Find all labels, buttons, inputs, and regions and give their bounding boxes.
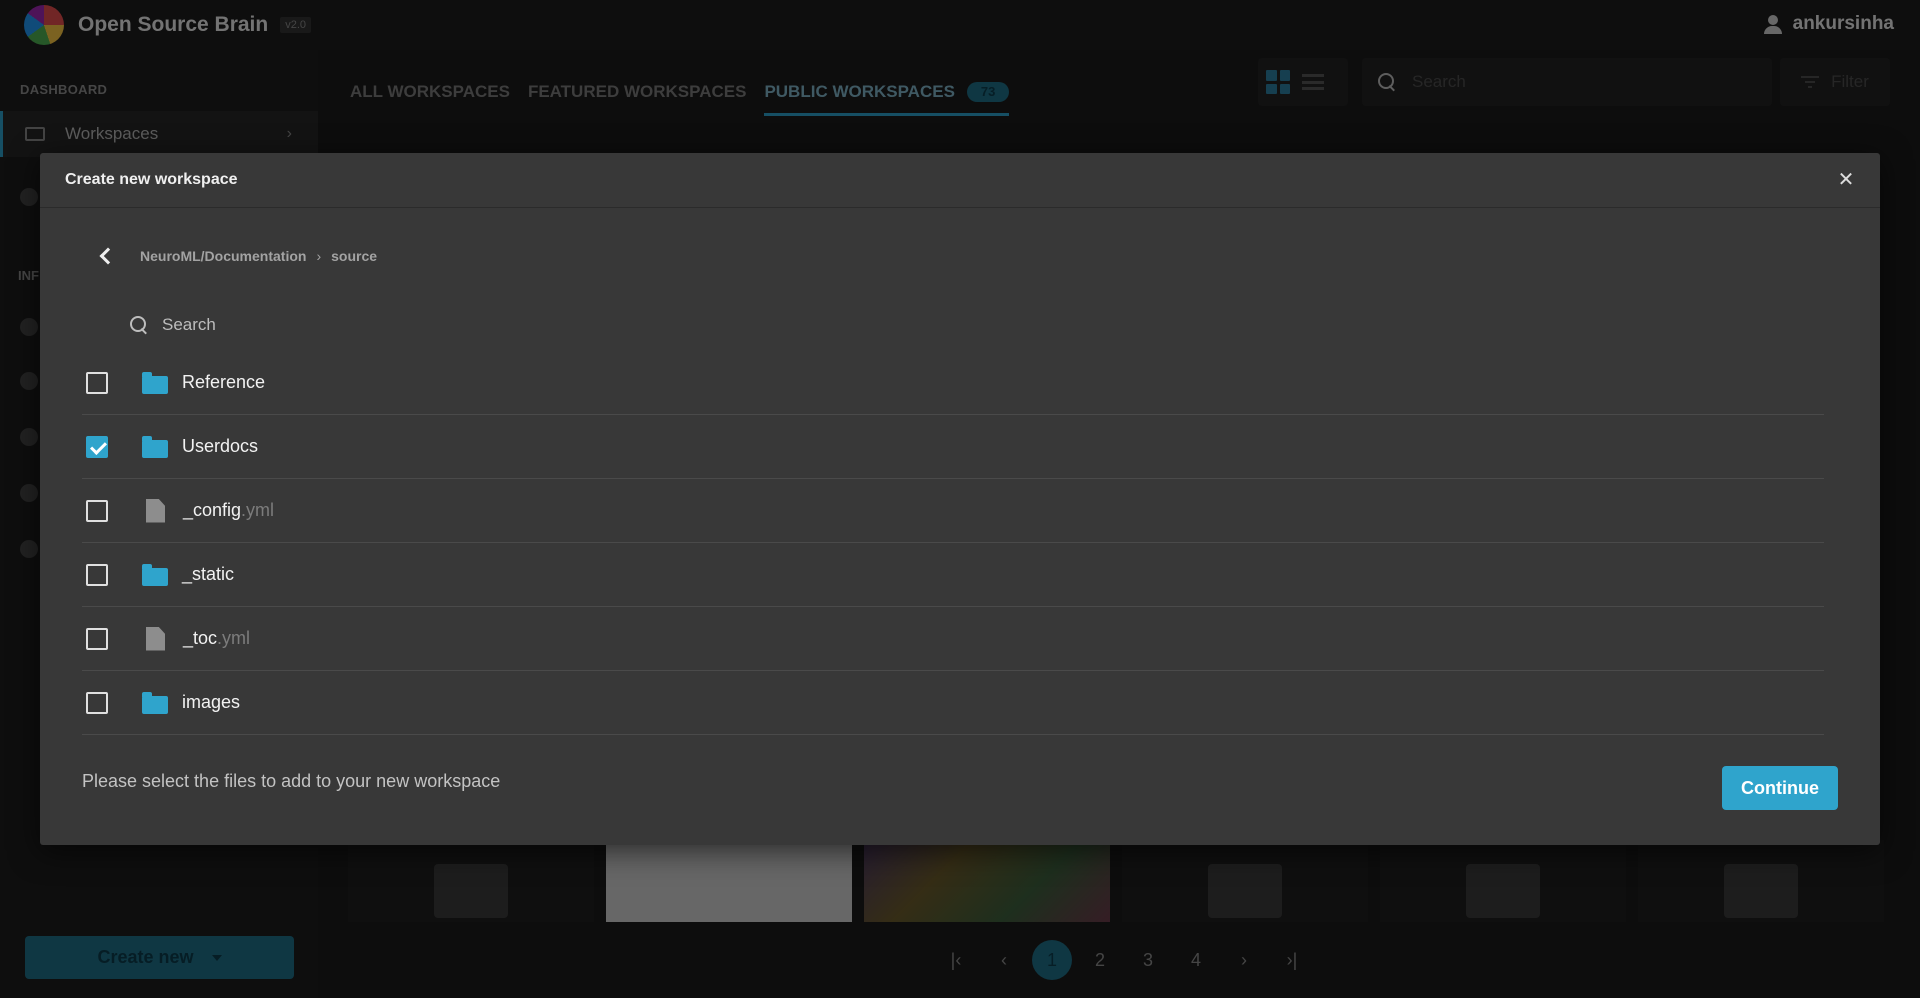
file-icon xyxy=(146,626,165,651)
search-icon xyxy=(130,316,148,334)
breadcrumb: NeuroML/Documentation › source xyxy=(90,241,377,271)
item-name: _static xyxy=(182,564,235,584)
selection-hint: Please select the files to add to your n… xyxy=(82,771,501,791)
row-checkbox[interactable] xyxy=(86,563,108,586)
file-list: Reference Userdocs _config.yml _static _ xyxy=(82,351,1824,735)
back-button[interactable] xyxy=(90,241,120,271)
list-item[interactable]: Userdocs xyxy=(82,415,1824,479)
breadcrumb-separator: › xyxy=(316,248,322,264)
row-checkbox[interactable] xyxy=(86,435,108,458)
item-name: images xyxy=(182,692,241,712)
item-name: Userdocs xyxy=(182,436,259,456)
dialog-title: Create new workspace xyxy=(65,171,238,188)
file-icon xyxy=(146,498,165,523)
close-icon[interactable]: ✕ xyxy=(1834,167,1858,191)
dialog-header: Create new workspace ✕ xyxy=(40,153,1880,208)
list-item[interactable]: _static xyxy=(82,543,1824,607)
row-checkbox[interactable] xyxy=(86,371,108,394)
item-name: _toc.yml xyxy=(183,628,251,648)
app-root: Open Source Brain v2.0 ankursinha DASHBO… xyxy=(0,0,1920,998)
list-item[interactable]: Reference xyxy=(82,351,1824,415)
create-workspace-dialog: Create new workspace ✕ NeuroML/Documenta… xyxy=(40,153,1880,845)
breadcrumb-repo[interactable]: NeuroML/Documentation xyxy=(140,248,306,264)
item-name: Reference xyxy=(182,372,266,392)
item-name: _config.yml xyxy=(183,500,275,520)
folder-icon xyxy=(142,435,168,458)
list-item[interactable]: _toc.yml xyxy=(82,607,1824,671)
list-item[interactable]: _config.yml xyxy=(82,479,1824,543)
folder-icon xyxy=(142,371,168,394)
file-search xyxy=(130,310,562,340)
continue-button[interactable]: Continue xyxy=(1722,766,1838,810)
folder-icon xyxy=(142,691,168,714)
folder-icon xyxy=(142,563,168,586)
row-checkbox[interactable] xyxy=(86,691,108,714)
list-item[interactable]: images xyxy=(82,671,1824,735)
row-checkbox[interactable] xyxy=(86,499,108,522)
breadcrumb-current: source xyxy=(331,248,378,264)
row-checkbox[interactable] xyxy=(86,627,108,650)
chevron-left-icon xyxy=(99,247,116,265)
file-search-input[interactable] xyxy=(162,315,562,335)
